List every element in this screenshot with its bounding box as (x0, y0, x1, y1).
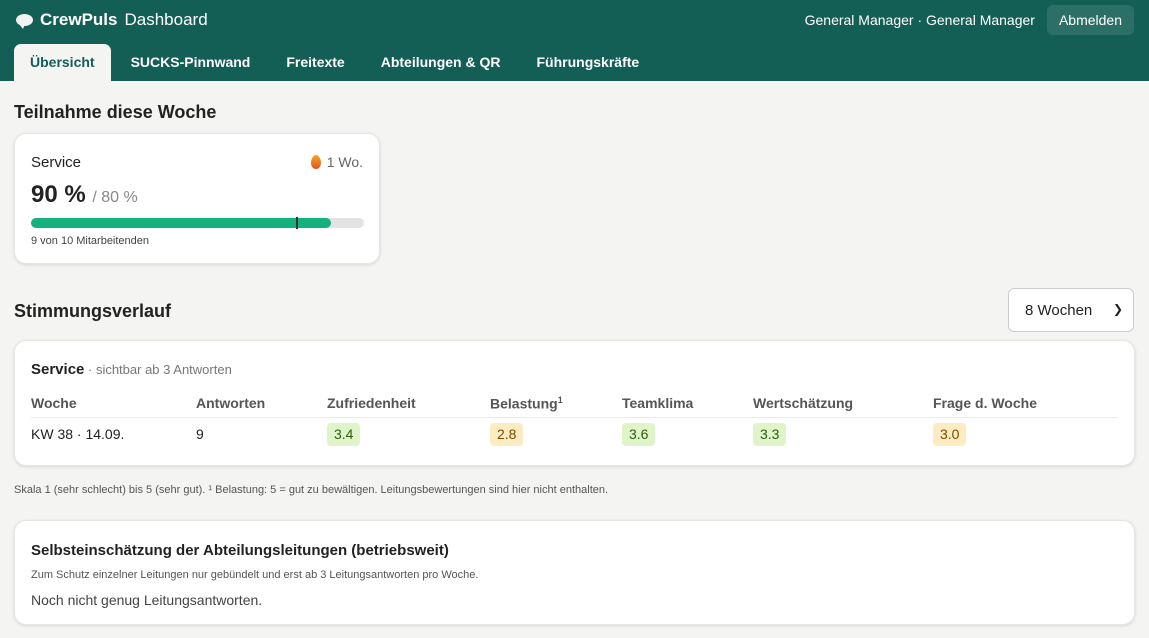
target-marker (296, 217, 299, 229)
col-wertschaetzung: Wertschätzung (753, 395, 854, 411)
chevron-down-icon: ❯ (1112, 302, 1123, 316)
score-belastung: 2.8 (490, 423, 524, 446)
participation-card: Service 1 Wo. 90 % / 80 % 9 von 10 Mitar… (14, 133, 380, 264)
main-tabs: Übersicht SUCKS-Pinnwand Freitexte Abtei… (14, 44, 657, 81)
tab-abteilungen-qr[interactable]: Abteilungen & QR (363, 44, 519, 81)
row-week: KW 38 · 14.09. (31, 426, 125, 442)
table-divider (31, 417, 1118, 418)
progress-fill (31, 218, 331, 228)
participation-progress-bar (31, 217, 364, 229)
mood-heading: Stimmungsverlauf (14, 301, 172, 321)
streak-badge: 1 Wo. (310, 154, 363, 170)
participation-department: Service (31, 154, 82, 171)
leader-self-assessment-card: Selbsteinschätzung der Abteilungsleitung… (14, 520, 1135, 625)
participation-heading: Teilnahme diese Woche (14, 102, 217, 122)
weeks-range-value: 8 Wochen (1025, 301, 1093, 319)
leader-card-subtitle: Zum Schutz einzelner Leitungen nur gebün… (31, 569, 479, 581)
tab-sucks-pinnwand[interactable]: SUCKS-Pinnwand (113, 44, 269, 81)
leader-card-title: Selbsteinschätzung der Abteilungsleitung… (31, 542, 449, 559)
tab-freitexte[interactable]: Freitexte (268, 44, 362, 81)
col-zufriedenheit: Zufriedenheit (327, 395, 416, 411)
top-bar: CrewPuls Dashboard General Manager · Gen… (0, 0, 1149, 81)
logout-button[interactable]: Abmelden (1046, 5, 1134, 35)
tab-fuehrungskraefte[interactable]: Führungskräfte (519, 44, 658, 81)
score-teamklima: 3.6 (622, 423, 656, 446)
col-belastung-footnote-mark: 1 (557, 395, 563, 405)
speech-bubble-icon (16, 14, 33, 29)
col-teamklima: Teamklima (622, 395, 694, 411)
mood-card: Service · sichtbar ab 3 Antworten Woche … (14, 340, 1135, 466)
row-answers: 9 (196, 426, 204, 442)
mood-visibility-note: · sichtbar ab 3 Antworten (84, 362, 232, 377)
percent-value: 90 % (31, 181, 86, 208)
brand-suffix: Dashboard (124, 10, 208, 29)
brand: CrewPuls Dashboard (16, 10, 208, 30)
score-wertschaetzung: 3.3 (753, 423, 787, 446)
user-area: General Manager · General Manager Abmeld… (805, 5, 1134, 35)
col-frage-der-woche: Frage d. Woche (933, 395, 1037, 411)
brand-name: CrewPuls (40, 10, 118, 29)
mood-department-name: Service (31, 361, 85, 378)
col-belastung-label: Belastung (490, 395, 558, 412)
user-role: General Manager · General Manager (804, 12, 1035, 28)
col-woche: Woche (31, 395, 77, 411)
col-belastung: Belastung1 (490, 395, 563, 412)
score-frage-der-woche: 3.0 (933, 423, 967, 446)
participation-percent: 90 % / 80 % (31, 181, 138, 209)
tab-uebersicht[interactable]: Übersicht (14, 44, 111, 81)
participation-count: 9 von 10 Mitarbeitenden (31, 235, 150, 247)
leader-card-empty-state: Noch nicht genug Leitungsantworten. (31, 592, 263, 608)
score-zufriedenheit: 3.4 (327, 423, 361, 446)
scale-footnote: Skala 1 (sehr schlecht) bis 5 (sehr gut)… (14, 484, 609, 496)
mood-department: Service · sichtbar ab 3 Antworten (31, 361, 232, 378)
col-antworten: Antworten (196, 395, 266, 411)
flame-icon (310, 155, 321, 169)
weeks-range-select[interactable]: 8 Wochen ❯ (1008, 288, 1134, 332)
streak-text: 1 Wo. (326, 154, 363, 170)
percent-target: / 80 % (92, 189, 138, 206)
